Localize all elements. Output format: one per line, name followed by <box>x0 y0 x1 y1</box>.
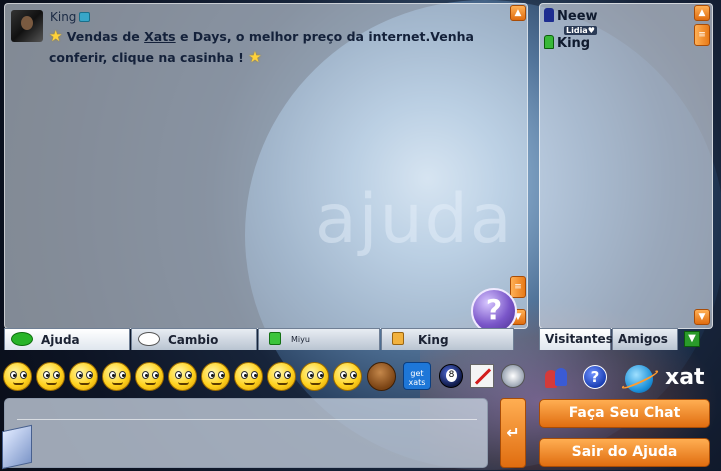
message-text-part1: Vendas de <box>62 29 145 44</box>
no-images-icon[interactable] <box>470 364 494 388</box>
help-button[interactable]: ? <box>583 365 607 389</box>
get-xats-button[interactable]: get xats <box>403 362 431 390</box>
message-input[interactable] <box>5 399 487 467</box>
user-list-tabs: Visitantes Amigos ▼ <box>539 328 713 350</box>
green-lock-icon <box>269 332 281 345</box>
user-status: Lidia♥ <box>564 26 597 35</box>
drum-smiley-icon[interactable] <box>367 362 396 391</box>
scroll-thumb[interactable]: ≡ <box>510 276 526 298</box>
tab-amigos[interactable]: Amigos <box>612 328 678 350</box>
expand-down-icon[interactable]: ▼ <box>684 331 700 347</box>
input-divider <box>17 419 477 420</box>
star-icon: ★ <box>248 48 262 66</box>
user-item-king[interactable]: King <box>544 35 590 51</box>
create-chat-button[interactable]: Faça Seu Chat <box>539 399 710 428</box>
user-name: Neew <box>557 9 598 24</box>
smiley-icon[interactable] <box>234 362 263 391</box>
tab-miyu[interactable]: Miyu <box>258 328 380 350</box>
send-button[interactable]: ↵ <box>500 398 526 468</box>
blue-user-icon <box>544 8 554 22</box>
scroll-up-button[interactable]: ▲ <box>510 5 526 21</box>
white-chat-bubble-icon <box>138 332 160 346</box>
message-input-box[interactable] <box>4 398 488 468</box>
smiley-icon[interactable] <box>267 362 296 391</box>
scroll-thumb[interactable]: ≡ <box>694 24 710 46</box>
eight-ball-icon[interactable] <box>439 364 463 388</box>
smiley-icon[interactable] <box>333 362 362 391</box>
scroll-down-button[interactable]: ▼ <box>694 309 710 325</box>
smiley-icon[interactable] <box>36 362 65 391</box>
smiley-icon[interactable] <box>300 362 329 391</box>
username-text: King <box>50 10 77 24</box>
tab-label: Ajuda <box>41 333 80 347</box>
home-icon[interactable] <box>79 12 91 22</box>
leave-chat-button[interactable]: Sair do Ajuda <box>539 438 710 467</box>
message-username[interactable]: King <box>50 10 91 24</box>
smiley-icon[interactable] <box>69 362 98 391</box>
avatar[interactable] <box>11 10 43 42</box>
tab-ajuda[interactable]: Ajuda <box>4 328 130 350</box>
green-user-icon <box>544 35 554 49</box>
smiley-icon[interactable] <box>168 362 197 391</box>
smiley-icon[interactable] <box>102 362 131 391</box>
user-name: King <box>557 36 591 51</box>
xat-logo[interactable]: xat <box>620 362 713 394</box>
tab-label: King <box>418 333 449 347</box>
friends-icon[interactable] <box>543 366 569 390</box>
message-text: ★ Vendas de Xats e Days, o melhor preço … <box>49 26 519 68</box>
tab-king[interactable]: King <box>381 328 514 350</box>
scroll-up-button[interactable]: ▲ <box>694 5 710 21</box>
user-item-neew[interactable]: Neew Lidia♥ <box>544 8 598 35</box>
chat-panel[interactable]: King ★ Vendas de Xats e Days, o melhor p… <box>4 3 528 329</box>
logo-text: xat <box>665 365 705 390</box>
green-chat-bubble-icon <box>11 332 33 346</box>
tab-label: Miyu <box>291 335 310 344</box>
orange-lock-icon <box>392 332 404 345</box>
smiley-bar: get xats <box>3 360 529 394</box>
smiley-icon[interactable] <box>201 362 230 391</box>
chat-tabs: Ajuda Cambio Miyu King <box>4 328 514 350</box>
tab-label: Cambio <box>168 333 219 347</box>
message-link[interactable]: Xats <box>144 29 176 44</box>
smiley-icon[interactable] <box>3 362 32 391</box>
tab-cambio[interactable]: Cambio <box>131 328 257 350</box>
star-icon: ★ <box>49 27 63 45</box>
smiley-icon[interactable] <box>135 362 164 391</box>
sound-icon[interactable] <box>501 364 525 388</box>
tab-visitantes[interactable]: Visitantes <box>539 328 613 350</box>
user-list[interactable]: Neew Lidia♥ King ▲ ≡ ▼ <box>539 3 713 329</box>
xat-cube-icon <box>2 424 32 470</box>
